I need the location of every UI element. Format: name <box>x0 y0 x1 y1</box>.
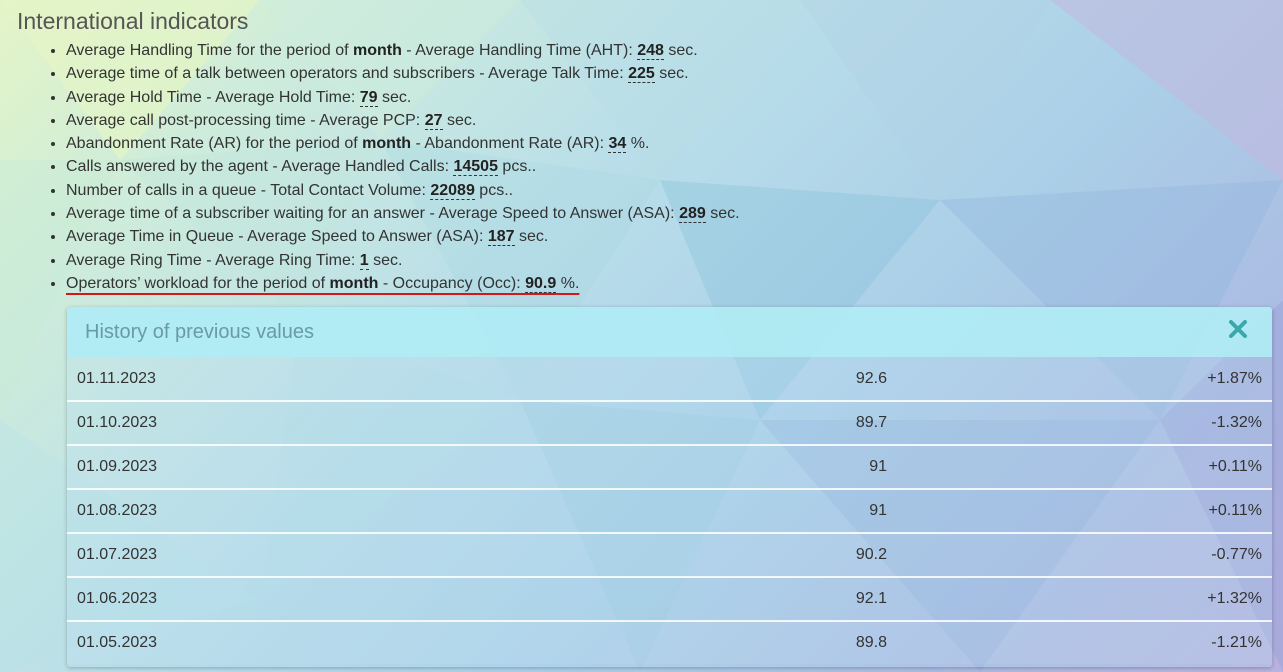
indicator-item: Average Handling Time for the period of … <box>66 39 740 62</box>
indicator-item: Calls answered by the agent - Average Ha… <box>66 155 740 178</box>
indicators-list: Average Handling Time for the period of … <box>0 39 740 295</box>
indicator-value[interactable]: 289 <box>679 205 706 224</box>
indicator-value[interactable]: 225 <box>628 65 655 84</box>
history-header: History of previous values <box>67 307 1272 357</box>
row-date: 01.09.2023 <box>67 444 587 489</box>
indicator-item: Average time of a subscriber waiting for… <box>66 202 740 225</box>
row-diff: -1.21% <box>897 620 1272 664</box>
history-panel: History of previous values 01.11.2023 92… <box>67 307 1272 667</box>
close-x-icon[interactable] <box>1226 317 1250 341</box>
indicator-item: Average time of a talk between operators… <box>66 62 740 85</box>
row-date: 01.10.2023 <box>67 400 587 445</box>
indicator-item: Abandonment Rate (AR) for the period of … <box>66 132 740 155</box>
table-row: 01.06.2023 92.1 +1.32% <box>67 576 1272 621</box>
highlighted-indicator: Operators’ workload for the period of mo… <box>66 274 580 293</box>
indicator-item: Average Hold Time - Average Hold Time: 7… <box>66 86 740 109</box>
history-title: History of previous values <box>85 321 314 343</box>
indicator-value[interactable]: 22089 <box>430 181 475 200</box>
indicator-value[interactable]: 187 <box>487 228 515 247</box>
indicator-item: Number of calls in a queue - Total Conta… <box>66 179 740 202</box>
row-value: 89.8 <box>587 620 897 664</box>
indicator-value[interactable]: 90.9 <box>525 274 557 293</box>
row-diff: -1.32% <box>897 400 1272 445</box>
row-date: 01.05.2023 <box>67 620 587 664</box>
section-title: International indicators <box>17 8 249 34</box>
table-row: 01.07.2023 90.2 -0.77% <box>67 532 1272 577</box>
indicator-value[interactable]: 14505 <box>453 158 498 177</box>
row-diff: -0.77% <box>897 532 1272 577</box>
row-value: 91 <box>587 488 897 533</box>
indicator-item-highlighted: Operators’ workload for the period of mo… <box>66 272 740 295</box>
row-date: 01.06.2023 <box>67 576 587 621</box>
indicator-item: Average Time in Queue - Average Speed to… <box>66 225 740 248</box>
table-row: 01.08.2023 91 +0.11% <box>67 488 1272 533</box>
row-value: 91 <box>587 444 897 489</box>
indicator-value[interactable]: 248 <box>637 42 664 60</box>
row-diff: +0.11% <box>897 444 1272 489</box>
table-row: 01.05.2023 89.8 -1.21% <box>67 620 1272 664</box>
row-diff: +0.11% <box>897 488 1272 533</box>
row-value: 92.6 <box>587 357 897 401</box>
indicator-item: Average Ring Time - Average Ring Time: 1… <box>66 249 740 272</box>
indicator-value[interactable]: 27 <box>424 111 443 130</box>
row-date: 01.07.2023 <box>67 532 587 577</box>
row-date: 01.11.2023 <box>67 357 587 401</box>
indicator-value[interactable]: 79 <box>359 88 378 107</box>
history-table: 01.11.2023 92.6 +1.87% 01.10.2023 89.7 -… <box>67 357 1272 664</box>
row-diff: +1.32% <box>897 576 1272 621</box>
indicator-item: Average call post-processing time - Aver… <box>66 109 740 132</box>
row-diff: +1.87% <box>897 357 1272 401</box>
row-value: 89.7 <box>587 400 897 445</box>
row-value: 92.1 <box>587 576 897 621</box>
indicator-value[interactable]: 1 <box>359 251 369 270</box>
table-row: 01.10.2023 89.7 -1.32% <box>67 400 1272 445</box>
row-value: 90.2 <box>587 532 897 577</box>
indicator-value[interactable]: 34 <box>608 135 627 154</box>
row-date: 01.08.2023 <box>67 488 587 533</box>
table-row: 01.11.2023 92.6 +1.87% <box>67 357 1272 401</box>
table-row: 01.09.2023 91 +0.11% <box>67 444 1272 489</box>
